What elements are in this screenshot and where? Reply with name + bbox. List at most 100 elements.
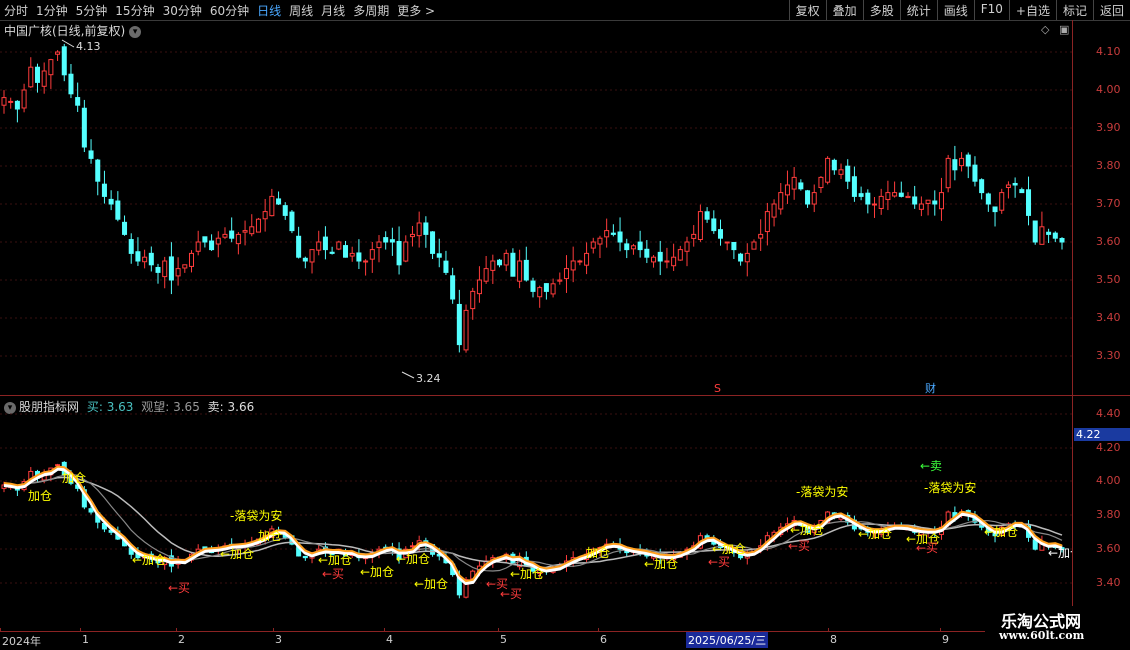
- candle-body: [677, 249, 683, 261]
- candle-body: [918, 203, 924, 210]
- candle-body: [423, 222, 429, 235]
- candle-body: [497, 259, 503, 266]
- candle-body: [101, 183, 107, 197]
- indicator-y-tick-label: 4.20: [1096, 441, 1121, 454]
- signal-annotation: ←加仓: [510, 567, 544, 581]
- candle-body: [470, 290, 476, 310]
- x-tick-label: 4: [386, 633, 393, 646]
- candle-body: [108, 198, 114, 205]
- candle-body: [14, 100, 20, 110]
- x-tick-label: 8: [830, 633, 837, 646]
- candle-body: [215, 237, 221, 245]
- candle-body: [1039, 226, 1045, 245]
- candle-body: [724, 241, 730, 244]
- date-axis: 2025/06/25/三 2024年 1 2 3 4 5 6 8 9: [0, 628, 1072, 648]
- candle-body: [878, 195, 884, 209]
- candle-body: [691, 233, 697, 239]
- candle-body: [771, 203, 777, 218]
- candle-body: [48, 59, 54, 76]
- signal-annotation: ←买: [500, 587, 522, 601]
- candle-body: [764, 211, 770, 233]
- candle-body: [932, 200, 938, 205]
- signal-annotation: ←买: [916, 541, 938, 555]
- candle-body: [242, 230, 248, 233]
- candle-body: [838, 169, 844, 175]
- marker-s: S: [714, 382, 721, 395]
- candle-body: [818, 176, 824, 189]
- candle-body: [959, 157, 965, 167]
- candle-body: [175, 268, 181, 277]
- candle-body: [630, 245, 636, 250]
- indicator-candle-body: [55, 464, 61, 467]
- signal-annotation: ←买: [168, 581, 190, 595]
- candle-body: [584, 252, 590, 266]
- candle-body: [751, 241, 757, 250]
- signal-annotation: ←买: [788, 539, 810, 553]
- candle-body: [115, 200, 121, 220]
- indicator-candle-body: [88, 508, 94, 513]
- candle-body: [443, 260, 449, 273]
- candle-body: [68, 73, 74, 95]
- candle-body: [543, 283, 549, 292]
- candle-body: [610, 232, 616, 235]
- x-tick-label: 5: [500, 633, 507, 646]
- candle-body: [985, 193, 991, 205]
- candle-body: [61, 46, 67, 76]
- candle-body: [925, 199, 931, 204]
- candle-body: [1026, 189, 1032, 216]
- candle-body: [537, 287, 543, 298]
- x-tick-label: 2: [178, 633, 185, 646]
- signal-annotation: ←加仓: [790, 523, 824, 537]
- signal-annotation: 加仓: [62, 471, 86, 485]
- candle-body: [282, 205, 288, 216]
- candle-body: [342, 245, 349, 258]
- candle-body: [624, 243, 630, 251]
- candle-body: [1012, 182, 1018, 186]
- x-tick-label: 9: [942, 633, 949, 646]
- indicator-y-tick-label: 3.40: [1096, 576, 1121, 589]
- candle-body: [738, 253, 744, 262]
- candle-body: [992, 206, 998, 213]
- candle-body: [430, 231, 436, 254]
- candle-body: [21, 89, 27, 109]
- signal-annotation: ←卖: [920, 459, 942, 473]
- signal-annotation: ←加仓: [644, 557, 678, 571]
- candle-body: [229, 230, 235, 239]
- watermark-url: www.60lt.com: [999, 629, 1085, 642]
- price-chart[interactable]: 4.13 3.24 S 财 加仓加仓←加仓←买-落袋为安←加仓加仓←加仓←买 ←加…: [0, 0, 1072, 630]
- candle-body: [704, 211, 710, 220]
- candle-body: [952, 159, 958, 171]
- candle-body: [563, 268, 569, 280]
- candle-body: [717, 229, 724, 239]
- marker-cai: 财: [925, 381, 936, 395]
- candle-body: [912, 196, 918, 205]
- candle-body: [148, 252, 154, 266]
- candle-body: [55, 51, 61, 55]
- signal-annotation: 加仓: [28, 489, 52, 503]
- candle-body: [296, 235, 302, 258]
- candle-body: [825, 157, 831, 183]
- candle-body: [1032, 220, 1038, 243]
- indicator-y-tick-label: 3.60: [1096, 542, 1121, 555]
- candle-body: [336, 241, 342, 250]
- candle-body: [1005, 184, 1011, 188]
- candle-body: [590, 241, 596, 249]
- candle-body: [463, 309, 469, 351]
- candle-body: [329, 251, 335, 254]
- signal-annotation: ←加仓: [132, 553, 166, 567]
- candle-body: [182, 264, 188, 269]
- candle-body: [363, 260, 369, 263]
- candle-body: [95, 159, 101, 182]
- candle-body: [644, 248, 650, 258]
- candle-body: [784, 184, 790, 196]
- candle-body: [269, 195, 275, 217]
- candle-body: [396, 240, 402, 266]
- candle-body: [570, 260, 576, 271]
- candle-body: [1019, 189, 1025, 194]
- candle-body: [450, 275, 456, 300]
- candle-body: [222, 233, 228, 238]
- candle-body: [369, 249, 375, 260]
- candle-body: [523, 259, 529, 281]
- candle-body: [1046, 231, 1052, 235]
- candle-body: [162, 260, 168, 278]
